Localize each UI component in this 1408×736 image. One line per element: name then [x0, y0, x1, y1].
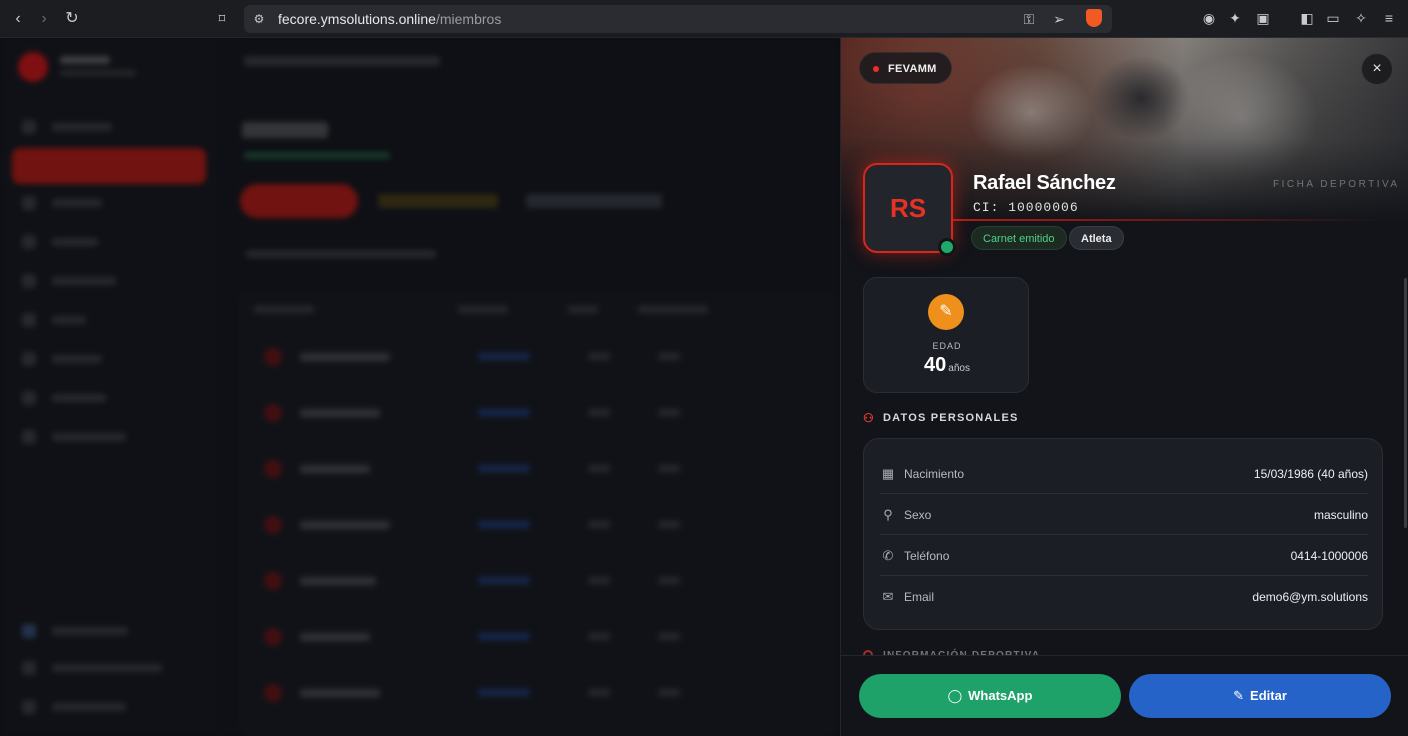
personal-row-sex: ⚲ Sexo masculino [880, 494, 1368, 535]
member-detail-drawer: FEVAMM × FICHA DEPORTIVA RS Rafael Sánch… [840, 38, 1408, 736]
org-badge-label: FEVAMM [888, 63, 937, 75]
send-icon[interactable]: ➢ [1050, 10, 1068, 28]
background-main [218, 38, 840, 736]
wallet-icon[interactable]: ▣ [1254, 9, 1272, 27]
age-value: 40 [924, 354, 947, 376]
forward-icon[interactable]: › [34, 9, 54, 29]
menu-icon[interactable]: ≡ [1380, 9, 1398, 27]
scrollbar[interactable] [1404, 278, 1407, 528]
pencil-icon: ✎ [1233, 688, 1245, 703]
avatar: RS [863, 163, 953, 253]
age-unit: años [948, 363, 970, 374]
role-badge: Atleta [1069, 226, 1124, 250]
phone-icon: ✆ [882, 548, 894, 563]
background-app [0, 38, 840, 736]
calendar-icon: ▦ [881, 466, 895, 481]
action-footer: ◯ WhatsApp ✎ Editar [841, 655, 1408, 736]
personal-row-email: ✉ Email demo6@ym.solutions [880, 576, 1368, 617]
site-info-icon[interactable]: ⚙ [250, 10, 268, 28]
bookmark-icon[interactable]: ⌑ [212, 9, 232, 29]
extension-icon[interactable]: ◉ [1200, 9, 1218, 27]
key-icon[interactable]: ⚿ [1020, 10, 1038, 28]
chat-icon: ◯ [947, 688, 963, 703]
edit-button[interactable]: ✎ Editar [1129, 674, 1391, 718]
background-sidebar [0, 38, 218, 736]
close-icon: × [1372, 60, 1382, 77]
org-badge: FEVAMM [859, 52, 952, 84]
member-name: Rafael Sánchez [973, 172, 1116, 194]
personal-row-birth: ▦ Nacimiento 15/03/1986 (40 años) [880, 453, 1368, 494]
age-stat-card: ✎ EDAD 40 años [863, 277, 1029, 393]
whatsapp-button[interactable]: ◯ WhatsApp [859, 674, 1121, 718]
mail-icon: ✉ [882, 589, 894, 604]
back-icon[interactable]: ‹ [8, 9, 28, 29]
tag-icon: ✎ [928, 294, 964, 330]
reload-icon[interactable]: ↻ [62, 9, 82, 29]
personal-data-card: ▦ Nacimiento 15/03/1986 (40 años) ⚲ Sexo… [863, 438, 1383, 630]
browser-toolbar: ‹ › ↻ ⌑ ⚙ fecore.ymsolutions.online/miem… [0, 0, 1408, 38]
personal-data-heading: ⚇ DATOS PERSONALES [863, 411, 1019, 425]
person-icon: ⚲ [883, 507, 893, 522]
sparkle-icon[interactable]: ✧ [1352, 9, 1370, 27]
close-button[interactable]: × [1361, 53, 1393, 85]
tab-icon[interactable]: ▭ [1324, 9, 1342, 27]
url-path: /miembros [435, 11, 502, 27]
brave-shield-icon[interactable] [1086, 9, 1102, 27]
member-ci: CI: 10000006 [973, 200, 1079, 215]
sidebar-toggle-icon[interactable]: ◧ [1298, 9, 1316, 27]
address-bar[interactable]: ⚙ fecore.ymsolutions.online/miembros ⚿ ➢ [244, 5, 1112, 33]
age-label: EDAD [932, 341, 962, 351]
puzzle-icon[interactable]: ✦ [1226, 9, 1244, 27]
carnet-status-badge: Carnet emitido [971, 226, 1067, 250]
person-icon: ⚇ [863, 411, 875, 425]
ficha-label: FICHA DEPORTIVA [1273, 179, 1400, 190]
personal-row-phone: ✆ Teléfono 0414-1000006 [880, 535, 1368, 576]
url-domain: fecore.ymsolutions.online [278, 11, 436, 27]
live-dot-icon [873, 66, 879, 72]
online-status-dot [938, 238, 956, 256]
